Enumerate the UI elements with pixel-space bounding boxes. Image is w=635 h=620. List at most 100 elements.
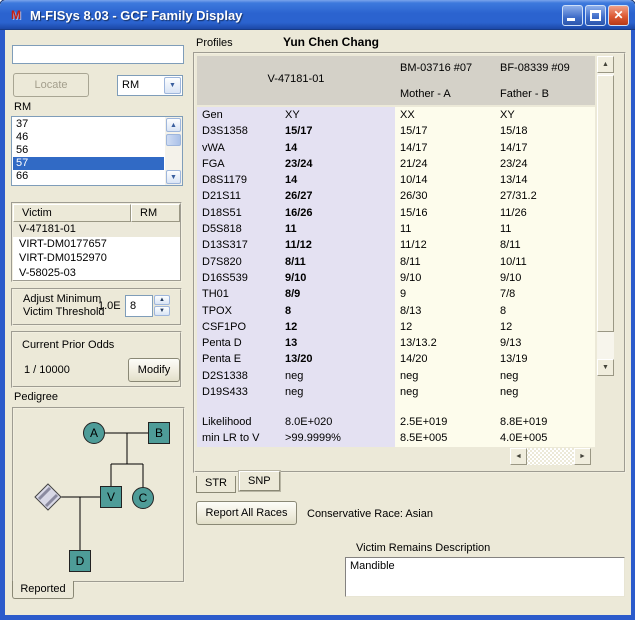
family-title: Yun Chen Chang bbox=[283, 35, 379, 49]
search-input[interactable] bbox=[12, 45, 184, 64]
victim-cell: 14 bbox=[280, 172, 395, 188]
father-cell: 15/18 bbox=[495, 123, 595, 139]
victim-cell: 11/12 bbox=[280, 237, 395, 253]
scroll-down-button[interactable]: ▼ bbox=[166, 170, 181, 184]
combobox-dropdown-button[interactable]: ▼ bbox=[164, 77, 181, 94]
mother-cell: 21/24 bbox=[395, 156, 495, 172]
mother-cell: 14/20 bbox=[395, 351, 495, 367]
pedigree-node-unknown-mate[interactable] bbox=[35, 484, 61, 510]
spinner-up-button[interactable]: ▲ bbox=[154, 295, 170, 305]
svg-text:B: B bbox=[155, 426, 163, 440]
father-cell: 11/26 bbox=[495, 205, 595, 221]
rm-list-item[interactable]: 66 bbox=[13, 170, 164, 183]
profile-row: TH018/997/8 bbox=[197, 286, 595, 302]
victim-cell: 15/17 bbox=[280, 123, 395, 139]
scrollbar-thumb[interactable] bbox=[166, 134, 181, 146]
locus-cell: D5S818 bbox=[197, 221, 280, 237]
profile-row: vWA1414/1714/17 bbox=[197, 140, 595, 156]
victim-cell: 8.0E+020 bbox=[280, 414, 395, 430]
profile-row: D16S5399/109/109/10 bbox=[197, 270, 595, 286]
father-cell: 14/17 bbox=[495, 140, 595, 156]
father-cell: 4.0E+005 bbox=[495, 430, 595, 446]
father-relation-header: Father - B bbox=[500, 88, 549, 100]
profile-row: D7S8208/118/1110/11 bbox=[197, 254, 595, 270]
victim-column-header[interactable]: Victim bbox=[13, 204, 131, 222]
pedigree-node-d[interactable]: D bbox=[70, 551, 91, 572]
svg-text:V: V bbox=[107, 490, 115, 504]
pedigree-node-c[interactable]: C bbox=[133, 488, 154, 509]
scroll-right-icon: ► bbox=[579, 453, 586, 460]
profile-row: D5S818111111 bbox=[197, 221, 595, 237]
spinner-down-button[interactable]: ▼ bbox=[154, 306, 170, 316]
pedigree-node-a[interactable]: A bbox=[84, 423, 105, 444]
victim-cell: 26/27 bbox=[280, 188, 395, 204]
rm-column-header[interactable]: RM bbox=[131, 204, 180, 222]
pedigree-node-b[interactable]: B bbox=[149, 423, 170, 444]
maximize-button[interactable] bbox=[585, 5, 606, 26]
victim-id-header[interactable]: V-47181-01 bbox=[197, 73, 395, 85]
rm-list-item[interactable]: 46 bbox=[13, 131, 164, 144]
profile-row: D2S1338negnegneg bbox=[197, 368, 595, 384]
locate-button[interactable]: Locate bbox=[13, 73, 89, 97]
mother-cell: neg bbox=[395, 384, 495, 400]
search-mode-combobox[interactable]: RM ▼ bbox=[117, 75, 183, 96]
victim-list-item[interactable]: VIRT-DM0152970 bbox=[13, 251, 180, 266]
father-cell: 7/8 bbox=[495, 286, 595, 302]
minimize-button[interactable] bbox=[562, 5, 583, 26]
victim-list-item[interactable]: VIRT-DM0177657 bbox=[13, 237, 180, 252]
grid-vertical-scrollbar[interactable]: ▲ ▼ bbox=[597, 56, 614, 376]
victim-remains-value: Mandible bbox=[346, 558, 624, 574]
scroll-left-button[interactable]: ◄ bbox=[510, 448, 527, 465]
scroll-down-button[interactable]: ▼ bbox=[597, 359, 614, 376]
app-icon: M bbox=[8, 7, 24, 23]
window-border-left bbox=[0, 30, 5, 620]
tab-str[interactable]: STR bbox=[196, 476, 236, 493]
threshold-value-field[interactable]: 8 bbox=[125, 295, 153, 317]
rm-list-scrollbar[interactable]: ▲ ▼ bbox=[165, 117, 182, 185]
locus-cell: vWA bbox=[197, 140, 280, 156]
report-all-races-button[interactable]: Report All Races bbox=[196, 501, 297, 525]
rm-listbox[interactable]: 3746565766 ▲ ▼ bbox=[11, 116, 183, 186]
scrollbar-thumb[interactable] bbox=[597, 75, 614, 332]
scroll-up-icon: ▲ bbox=[170, 122, 177, 129]
profiles-label: Profiles bbox=[196, 37, 233, 49]
combobox-value: RM bbox=[122, 79, 139, 91]
close-icon: ✕ bbox=[613, 8, 623, 22]
victim-cell: 9/10 bbox=[280, 270, 395, 286]
father-cell: 10/11 bbox=[495, 254, 595, 270]
pedigree-diagram: A B V C D bbox=[14, 409, 183, 581]
grid-horizontal-scrollbar[interactable]: ◄ ► bbox=[510, 448, 591, 465]
scroll-up-button[interactable]: ▲ bbox=[597, 56, 614, 73]
title-bar[interactable]: M M-FISys 8.03 - GCF Family Display ✕ bbox=[0, 0, 635, 30]
threshold-prefix: 1.0E bbox=[98, 300, 121, 312]
rm-list-item[interactable]: 37 bbox=[13, 118, 164, 131]
scroll-up-icon: ▲ bbox=[602, 61, 609, 68]
rm-list-item[interactable]: 56 bbox=[13, 144, 164, 157]
victim-remains-textbox[interactable]: Mandible bbox=[345, 557, 625, 597]
threshold-label: Adjust Minimum Victim Threshold bbox=[23, 293, 105, 319]
father-id-header[interactable]: BF-08339 #09 bbox=[500, 62, 570, 74]
tab-snp[interactable]: SNP bbox=[239, 471, 280, 491]
father-cell: 13/14 bbox=[495, 172, 595, 188]
application-window: M M-FISys 8.03 - GCF Family Display ✕ Lo… bbox=[0, 0, 635, 620]
profile-row: CSF1PO121212 bbox=[197, 319, 595, 335]
father-cell: 13/19 bbox=[495, 351, 595, 367]
reported-tab[interactable]: Reported bbox=[12, 581, 74, 599]
close-button[interactable]: ✕ bbox=[608, 5, 629, 26]
str-snp-tabstrip: STRSNP bbox=[196, 471, 280, 493]
scroll-up-button[interactable]: ▲ bbox=[166, 118, 181, 132]
victim-cell: >99.9999% bbox=[280, 430, 395, 446]
mother-id-header[interactable]: BM-03716 #07 bbox=[400, 62, 472, 74]
minimize-icon bbox=[567, 18, 575, 21]
scroll-right-button[interactable]: ► bbox=[574, 448, 591, 465]
victim-cell: 13/20 bbox=[280, 351, 395, 367]
modify-button[interactable]: Modify bbox=[128, 358, 180, 382]
mother-cell: 9 bbox=[395, 286, 495, 302]
victim-cell: 12 bbox=[280, 319, 395, 335]
locus-cell: Gen bbox=[197, 107, 280, 123]
rm-list-item[interactable]: 57 bbox=[13, 157, 164, 170]
victim-list-item[interactable]: V-58025-03 bbox=[13, 266, 180, 281]
victim-cell: neg bbox=[280, 368, 395, 384]
pedigree-node-v[interactable]: V bbox=[101, 487, 122, 508]
victim-list-item[interactable]: V-47181-01 bbox=[13, 222, 180, 237]
